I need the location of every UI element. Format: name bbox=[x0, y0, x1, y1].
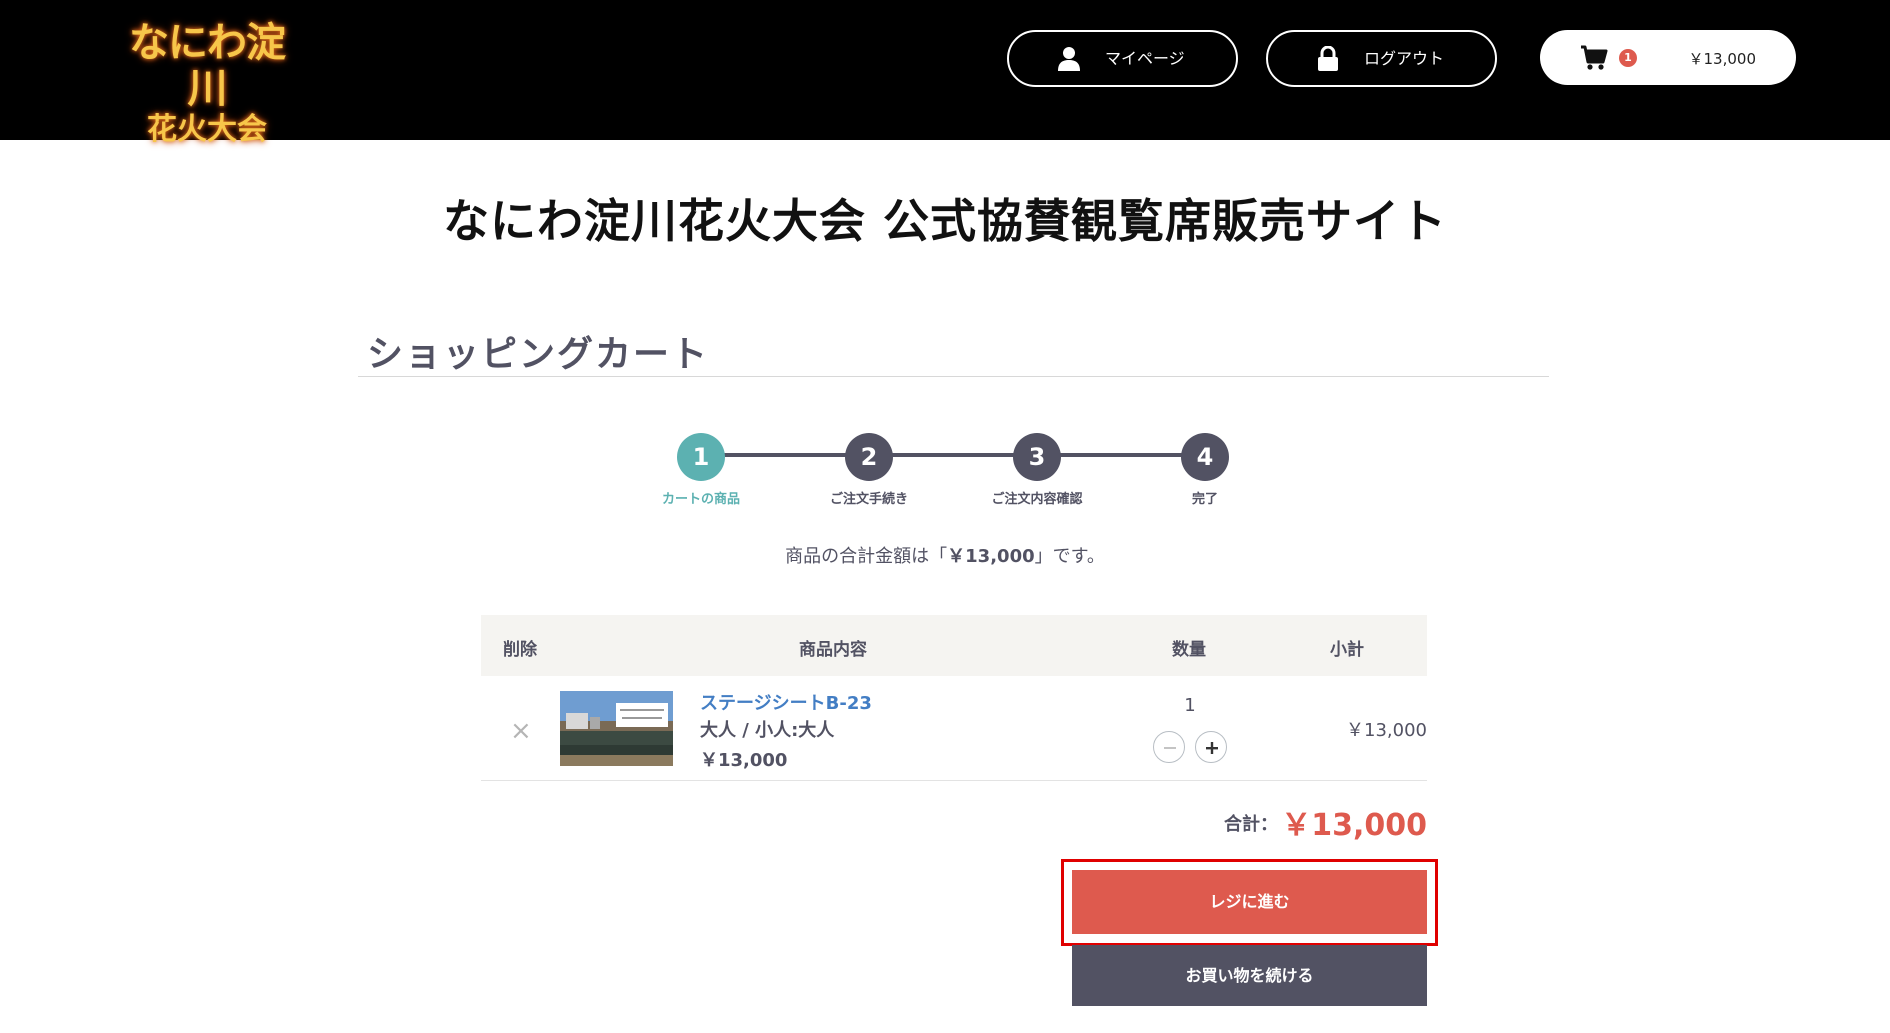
cart-count-badge: 1 bbox=[1619, 49, 1637, 67]
product-thumbnail[interactable] bbox=[560, 691, 673, 766]
logout-label: ログアウト bbox=[1364, 49, 1445, 68]
lock-icon bbox=[1316, 45, 1340, 72]
mypage-button[interactable]: マイページ bbox=[1007, 30, 1238, 87]
row-divider bbox=[481, 780, 1427, 781]
grand-total-value: ￥13,000 bbox=[1281, 808, 1427, 843]
step-3-label: ご注文内容確認 bbox=[991, 492, 1083, 507]
step-progress-line bbox=[700, 453, 1205, 457]
product-price: ￥13,000 bbox=[700, 750, 788, 771]
product-name-link[interactable]: ステージシートB-23 bbox=[700, 689, 872, 715]
quantity-decrease-button[interactable] bbox=[1153, 731, 1185, 763]
plus-icon bbox=[1206, 742, 1218, 754]
step-4-circle: 4 bbox=[1181, 433, 1229, 481]
product-option: 大人 / 小人:大人 bbox=[700, 720, 835, 741]
remove-item-button[interactable]: × bbox=[510, 716, 532, 746]
cart-heading: ショッピングカート bbox=[367, 334, 710, 375]
logo-line2: 花火大会 bbox=[147, 112, 267, 147]
site-header: なにわ淀川 花火大会 マイページ ログアウト 1 ￥13,000 bbox=[0, 0, 1890, 148]
total-message-prefix: 商品の合計金額は「 bbox=[785, 546, 948, 567]
checkout-button[interactable]: レジに進む bbox=[1072, 870, 1427, 934]
step-1-label: カートの商品 bbox=[661, 492, 740, 507]
cart-total-message: 商品の合計金額は「￥13,000」です。 bbox=[0, 542, 1890, 568]
header-subtotal: 小計 bbox=[1330, 640, 1364, 660]
continue-shopping-button[interactable]: お買い物を続ける bbox=[1072, 945, 1427, 1006]
total-message-suffix: 」です。 bbox=[1034, 546, 1105, 567]
heading-divider bbox=[358, 376, 1549, 377]
quantity-increase-button[interactable] bbox=[1195, 731, 1227, 763]
step-2-circle: 2 bbox=[845, 433, 893, 481]
site-logo[interactable]: なにわ淀川 花火大会 bbox=[112, 20, 302, 148]
cart-amount: ￥13,000 bbox=[1688, 50, 1757, 68]
mypage-label: マイページ bbox=[1105, 49, 1185, 68]
user-icon bbox=[1057, 46, 1081, 72]
quantity-value: 1 bbox=[1184, 695, 1196, 716]
site-title: なにわ淀川花火大会 公式協賛観覧席販売サイト bbox=[442, 194, 1447, 248]
header-content: 商品内容 bbox=[799, 640, 867, 660]
cart-button[interactable]: 1 ￥13,000 bbox=[1540, 30, 1796, 85]
total-message-amount: ￥13,000 bbox=[947, 546, 1035, 567]
header-quantity: 数量 bbox=[1172, 640, 1206, 660]
logo-line1: なにわ淀川 bbox=[129, 19, 286, 112]
minus-icon bbox=[1164, 747, 1176, 749]
step-1-circle: 1 bbox=[677, 433, 725, 481]
cart-icon bbox=[1580, 45, 1608, 71]
cart-table-header: 削除 商品内容 数量 小計 bbox=[481, 615, 1427, 676]
item-subtotal: ￥13,000 bbox=[1346, 720, 1427, 741]
header-delete: 削除 bbox=[503, 640, 537, 660]
step-4-label: 完了 bbox=[1191, 492, 1218, 507]
step-3-circle: 3 bbox=[1013, 433, 1061, 481]
logout-button[interactable]: ログアウト bbox=[1266, 30, 1497, 87]
grand-total-label: 合計： bbox=[1224, 814, 1278, 835]
step-2-label: ご注文手続き bbox=[829, 492, 908, 507]
